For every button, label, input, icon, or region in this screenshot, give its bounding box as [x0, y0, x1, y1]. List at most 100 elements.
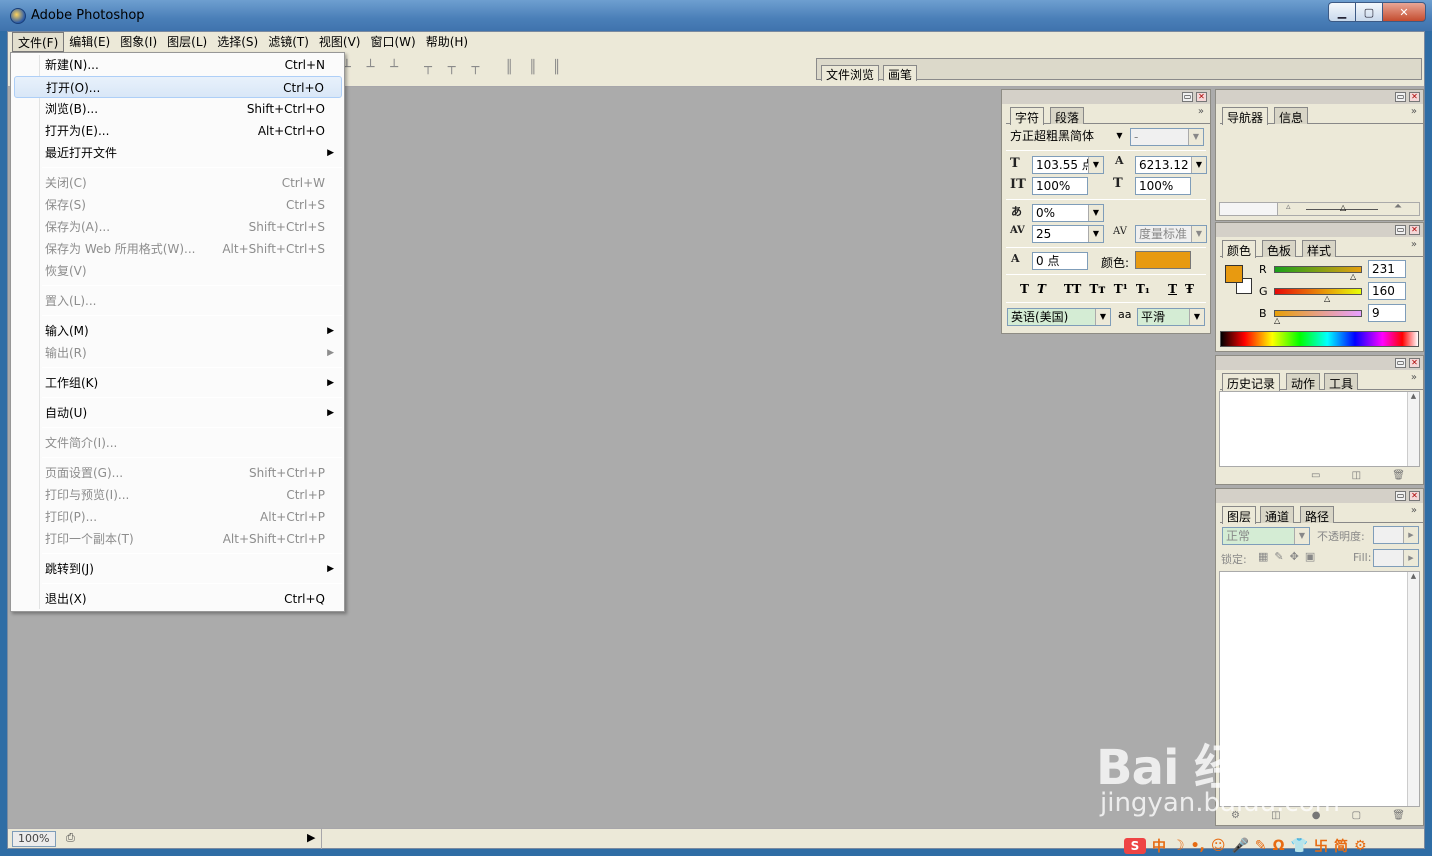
- tab-history[interactable]: 历史记录: [1222, 373, 1281, 391]
- tracking-field[interactable]: 25 ▼: [1032, 225, 1104, 243]
- superscript-button[interactable]: T¹: [1114, 282, 1128, 296]
- document-info-icon[interactable]: ⎙: [66, 831, 75, 845]
- font-size-field[interactable]: 103.55 点 ▼: [1032, 156, 1104, 174]
- small-caps-button[interactable]: Tт: [1089, 282, 1105, 296]
- fill-field[interactable]: ▶: [1373, 549, 1419, 567]
- ime-voice-icon[interactable]: 🎤: [1231, 838, 1248, 854]
- menu-select[interactable]: 选择(S): [212, 32, 263, 52]
- ime-skin-icon[interactable]: 👕: [1291, 838, 1308, 854]
- well-tab-brushes[interactable]: 画笔: [883, 65, 918, 82]
- foreground-color-swatch[interactable]: [1225, 265, 1243, 283]
- menu-open[interactable]: 打开(O)... Ctrl+O: [14, 76, 342, 98]
- tab-character[interactable]: 字符: [1010, 107, 1045, 125]
- tab-color[interactable]: 颜色: [1222, 240, 1257, 258]
- underline-button[interactable]: T: [1168, 282, 1177, 296]
- panel-close-button[interactable]: ✕: [1409, 92, 1420, 102]
- panel-titlebar[interactable]: ▭ ✕: [1216, 90, 1423, 104]
- distribute-horizontal-icon[interactable]: ║ ║ ║: [505, 60, 564, 75]
- close-button[interactable]: ✕: [1382, 2, 1426, 22]
- tab-channels[interactable]: 通道: [1260, 506, 1295, 524]
- ime-settings-icon[interactable]: ⚙: [1354, 838, 1367, 854]
- ime-chinese-mode[interactable]: 中: [1152, 836, 1166, 856]
- tsume-field[interactable]: 0% ▼: [1032, 204, 1104, 222]
- panel-titlebar[interactable]: ▭ ✕: [1002, 90, 1210, 104]
- tab-tool-presets[interactable]: 工具: [1324, 373, 1359, 391]
- ime-handwriting-icon[interactable]: ✎: [1255, 838, 1267, 854]
- language-select[interactable]: 英语(美国) ▼: [1007, 308, 1111, 326]
- menu-file[interactable]: 文件(F): [12, 32, 65, 52]
- zoom-slider-thumb[interactable]: △: [1340, 203, 1346, 212]
- menu-window[interactable]: 窗口(W): [365, 32, 420, 52]
- baseline-shift-field[interactable]: 0 点: [1032, 252, 1088, 270]
- tab-paths[interactable]: 路径: [1300, 506, 1335, 524]
- channel-r-slider[interactable]: [1274, 266, 1362, 273]
- menu-help[interactable]: 帮助(H): [421, 32, 473, 52]
- lock-image-icon[interactable]: ✎: [1274, 550, 1283, 563]
- ime-symbol-icon[interactable]: Ω: [1273, 838, 1285, 854]
- horizontal-scale-field[interactable]: 100%: [1135, 177, 1191, 195]
- panel-minimize-button[interactable]: ▭: [1395, 358, 1406, 368]
- channel-b-thumb[interactable]: △: [1274, 316, 1280, 325]
- panel-menu-icon[interactable]: »: [1411, 239, 1417, 250]
- tab-layers[interactable]: 图层: [1222, 506, 1257, 524]
- panel-menu-icon[interactable]: »: [1411, 106, 1417, 117]
- subscript-button[interactable]: T₁: [1136, 282, 1150, 296]
- faux-bold-button[interactable]: T: [1020, 282, 1029, 296]
- zoom-out-icon[interactable]: ▵: [1286, 202, 1291, 212]
- panel-minimize-button[interactable]: ▭: [1395, 491, 1406, 501]
- zoom-in-icon[interactable]: ⏶: [1394, 201, 1402, 212]
- panel-close-button[interactable]: ✕: [1196, 92, 1207, 102]
- panel-menu-icon[interactable]: »: [1411, 372, 1417, 383]
- menu-workgroup[interactable]: 工作组(K) ▶: [14, 372, 342, 394]
- panel-minimize-button[interactable]: ▭: [1395, 92, 1406, 102]
- panel-titlebar[interactable]: ▭ ✕: [1216, 356, 1423, 370]
- navigator-zoom-field[interactable]: [1220, 203, 1278, 215]
- panel-menu-icon[interactable]: »: [1198, 106, 1204, 117]
- menu-browse[interactable]: 浏览(B)... Shift+Ctrl+O: [14, 98, 342, 120]
- tab-styles[interactable]: 样式: [1302, 240, 1337, 258]
- lock-all-icon[interactable]: ▣: [1305, 550, 1315, 563]
- menu-filter[interactable]: 滤镜(T): [263, 32, 314, 52]
- text-color-swatch[interactable]: [1135, 251, 1191, 269]
- lock-transparent-icon[interactable]: ▦: [1258, 550, 1268, 563]
- menu-open-as[interactable]: 打开为(E)... Alt+Ctrl+O: [14, 120, 342, 142]
- leading-field[interactable]: 6213.12 ▼: [1135, 156, 1207, 174]
- strikethrough-button[interactable]: Ŧ: [1185, 282, 1194, 296]
- channel-r-field[interactable]: 231: [1368, 260, 1406, 278]
- all-caps-button[interactable]: TT: [1064, 282, 1081, 296]
- channel-g-slider[interactable]: [1274, 288, 1362, 295]
- faux-italic-button[interactable]: T: [1037, 282, 1046, 296]
- antialias-select[interactable]: 平滑 ▼: [1137, 308, 1205, 326]
- channel-g-field[interactable]: 160: [1368, 282, 1406, 300]
- menu-import[interactable]: 输入(M) ▶: [14, 320, 342, 342]
- menu-image[interactable]: 图象(I): [115, 32, 162, 52]
- blend-mode-select[interactable]: 正常 ▼: [1222, 527, 1310, 545]
- kerning-select[interactable]: 度量标准 ▼: [1135, 225, 1207, 243]
- status-menu-arrow-icon[interactable]: ▶: [307, 831, 315, 844]
- panel-menu-icon[interactable]: »: [1411, 505, 1417, 516]
- tab-info[interactable]: 信息: [1274, 107, 1309, 125]
- channel-b-slider[interactable]: [1274, 310, 1362, 317]
- vertical-scale-field[interactable]: 100%: [1032, 177, 1088, 195]
- panel-close-button[interactable]: ✕: [1409, 225, 1420, 235]
- maximize-button[interactable]: ▢: [1355, 2, 1382, 22]
- sogou-logo-icon[interactable]: S: [1124, 838, 1146, 854]
- panel-close-button[interactable]: ✕: [1409, 358, 1420, 368]
- distribute-icon[interactable]: ┬ ┬ ┬: [424, 60, 483, 75]
- tab-swatches[interactable]: 色板: [1262, 240, 1297, 258]
- panel-titlebar[interactable]: ▭ ✕: [1216, 489, 1423, 503]
- panel-minimize-button[interactable]: ▭: [1395, 225, 1406, 235]
- align-bottom-icon[interactable]: ┴ ┴ ┴: [343, 60, 402, 75]
- channel-b-field[interactable]: 9: [1368, 304, 1406, 322]
- menu-exit[interactable]: 退出(X) Ctrl+Q: [14, 588, 342, 610]
- ime-emoji-icon[interactable]: ☺: [1211, 838, 1226, 854]
- tab-paragraph[interactable]: 段落: [1050, 107, 1085, 125]
- ime-toolbox-icon[interactable]: 卐: [1314, 836, 1328, 856]
- font-family-select[interactable]: 方正超粗黑简体 ▼: [1007, 128, 1127, 146]
- menu-layer[interactable]: 图层(L): [162, 32, 212, 52]
- history-list[interactable]: ▲: [1219, 391, 1420, 467]
- opacity-field[interactable]: ▶: [1373, 526, 1419, 544]
- lock-position-icon[interactable]: ✥: [1290, 550, 1299, 563]
- zoom-level-field[interactable]: 100%: [12, 831, 56, 847]
- panel-titlebar[interactable]: ▭ ✕: [1216, 223, 1423, 237]
